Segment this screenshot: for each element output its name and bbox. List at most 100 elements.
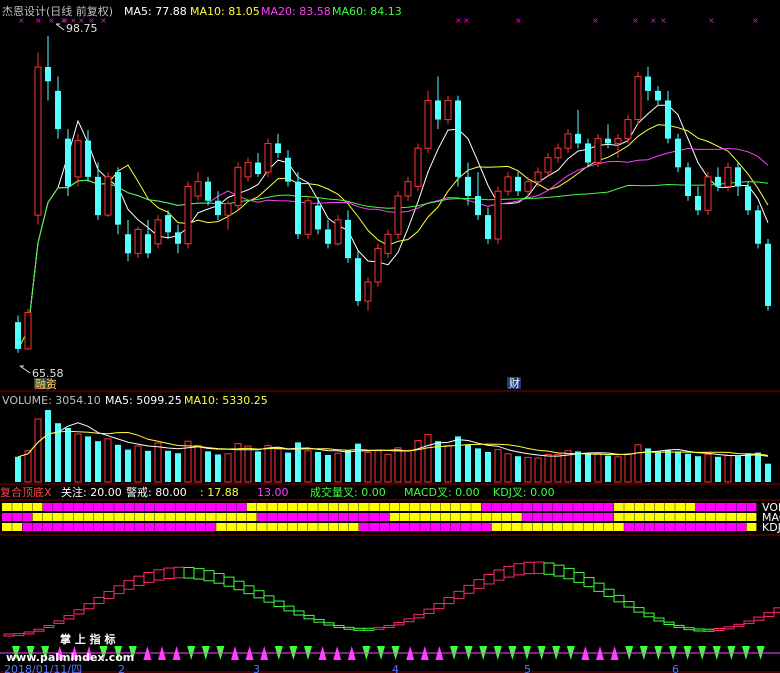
oscillator-step: [543, 562, 555, 575]
oscillator-step: [413, 613, 425, 619]
candle-body-up: [334, 219, 342, 245]
volume-bar-down: [685, 453, 691, 482]
candle-body-down: [125, 234, 131, 254]
candle-body-up: [184, 185, 192, 245]
signal-block: [246, 503, 257, 511]
candle-body-up: [154, 219, 162, 245]
x-marker-icon: ×: [660, 16, 667, 25]
volume-bar-down: [485, 452, 491, 482]
signal-block: [532, 513, 543, 521]
signal-block: [42, 523, 53, 531]
signal-block: [195, 523, 206, 531]
signal-block: [512, 503, 522, 511]
oscillator-step: [113, 585, 125, 595]
volume-bars: [15, 410, 771, 483]
indicator-name: 复合顶底X: [0, 485, 52, 499]
candle-body-up: [444, 99, 452, 121]
volume-bar-up: [544, 453, 552, 483]
signal-block: [389, 523, 400, 531]
oscillator-step: [403, 618, 415, 623]
candle-body-down: [605, 138, 611, 144]
signal-block: [144, 503, 155, 511]
signal-block: [634, 513, 645, 521]
signal-block: [716, 503, 726, 511]
candle-body-down: [715, 176, 721, 187]
signal-block: [512, 523, 522, 531]
signal-block: [318, 503, 328, 511]
signal-block: [287, 523, 298, 531]
oscillator-step: [643, 612, 655, 618]
signal-block: [440, 503, 451, 511]
signal-block: [277, 523, 288, 531]
signal-block: [206, 503, 216, 511]
volume-bar-down: [325, 455, 331, 482]
signal-block: [297, 523, 308, 531]
candle-body-down: [65, 138, 71, 187]
x-marker-icon: ×: [592, 16, 599, 25]
oscillator-step: [53, 620, 65, 624]
signal-block: [287, 503, 298, 511]
volume-bar-up: [534, 457, 542, 483]
volume-bar-down: [145, 450, 151, 482]
signal-block: [359, 503, 369, 511]
signal-block: [542, 503, 553, 511]
signal-block: [267, 503, 277, 511]
signal-block: [114, 513, 124, 521]
oscillator-step: [213, 573, 225, 584]
signal-block: [481, 503, 492, 511]
volume-cross-label: 成交量叉: 0.00: [310, 485, 386, 499]
candle-body-up: [34, 66, 42, 216]
signal-block: [685, 503, 696, 511]
signal-block: [665, 503, 675, 511]
oscillator-step: [273, 600, 285, 608]
signal-block: [32, 503, 43, 511]
oscillator-step: [183, 566, 195, 579]
oscillator-step: [393, 622, 405, 626]
signal-block: [308, 503, 318, 511]
signal-block: [471, 513, 481, 521]
signal-block: [2, 513, 12, 521]
volume-bar-up: [524, 456, 532, 483]
candle-body-down: [215, 200, 221, 216]
signal-block: [206, 523, 216, 531]
candle-body-up: [394, 195, 402, 235]
oscillator-step: [193, 568, 205, 580]
signal-block: [399, 503, 410, 511]
x-marker-icon: ×: [463, 16, 470, 25]
signal-block: [42, 503, 53, 511]
candle-body-up: [544, 157, 552, 173]
signal-block: [420, 523, 430, 531]
oscillator-step: [33, 628, 45, 632]
signal-block: [665, 523, 675, 531]
oscillator-step: [723, 626, 735, 630]
signal-block: [104, 523, 114, 531]
signal-block: [410, 513, 420, 521]
oscillator-step: [373, 626, 385, 630]
oscillator-step: [83, 603, 95, 610]
candle-body-down: [465, 176, 471, 196]
signal-block: [603, 513, 614, 521]
candle-body-down: [85, 140, 91, 177]
signal-block: [53, 523, 63, 531]
volume-bar-up: [554, 453, 562, 483]
signal-block: [552, 523, 563, 531]
signal-block: [32, 513, 43, 521]
signal-block: [226, 513, 237, 521]
signal-block: [236, 513, 247, 521]
signal-block: [257, 503, 267, 511]
signal-block: [277, 503, 288, 511]
oscillator-step: [593, 582, 605, 592]
signal-block: [297, 513, 308, 521]
signal-block: [716, 513, 726, 521]
signal-block: [216, 503, 226, 511]
volume-bar-up: [594, 452, 602, 483]
oscillator-step: [333, 624, 345, 628]
signal-block: [155, 523, 165, 531]
candle-body-up: [374, 248, 382, 283]
signal-block: [32, 523, 43, 531]
signal-block: [522, 513, 532, 521]
signal-block: [634, 523, 645, 531]
oscillator-step: [563, 567, 575, 580]
volume-bar-down: [315, 452, 321, 482]
signal-block: [593, 523, 604, 531]
